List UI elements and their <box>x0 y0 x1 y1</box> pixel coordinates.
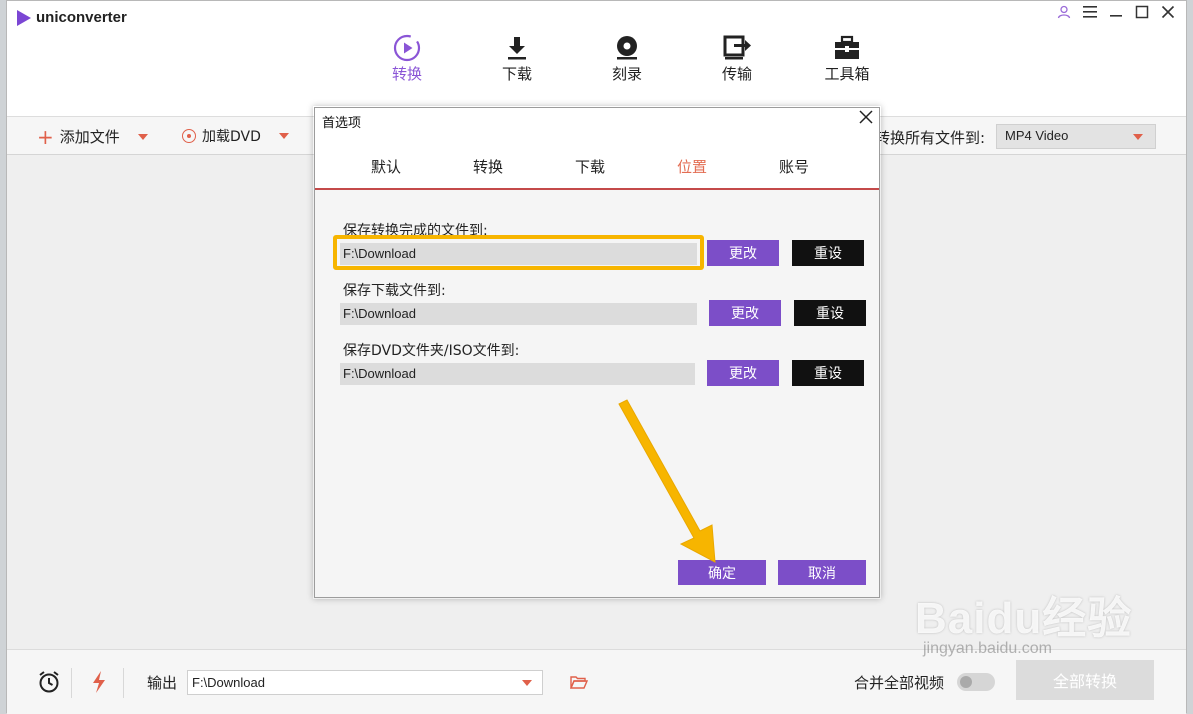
nav-toolbox[interactable]: 工具箱 <box>792 33 902 84</box>
load-dvd-button[interactable]: 加载DVD <box>182 126 289 146</box>
load-dvd-label: 加载DVD <box>202 129 261 145</box>
tab-account[interactable]: 账号 <box>743 148 845 188</box>
nav-transfer[interactable]: 传输 <box>682 33 792 84</box>
dvd-iso-label: 保存DVD文件夹/ISO文件到: <box>343 343 520 359</box>
add-files-button[interactable]: + 添加文件 <box>37 126 148 147</box>
user-icon[interactable] <box>1056 5 1072 21</box>
cancel-button[interactable]: 取消 <box>778 560 866 585</box>
app-name: uniconverter <box>36 9 127 26</box>
plus-icon: + <box>37 124 54 149</box>
dialog-title: 首选项 <box>322 116 362 131</box>
divider <box>123 668 124 698</box>
burn-icon <box>572 33 682 63</box>
gpu-acceleration-icon[interactable] <box>89 670 109 694</box>
highlight-box <box>333 235 704 270</box>
tab-location[interactable]: 位置 <box>641 148 743 188</box>
add-files-label: 添加文件 <box>59 128 120 146</box>
change-download-path-button[interactable]: 更改 <box>709 300 781 326</box>
disc-icon <box>182 129 196 143</box>
chevron-down-icon <box>522 680 532 686</box>
nav-convert-label: 转换 <box>391 65 422 83</box>
reset-converted-path-button[interactable]: 重设 <box>792 240 864 266</box>
toolbox-icon <box>792 33 902 63</box>
maximize-icon[interactable] <box>1134 5 1150 21</box>
change-dvd-path-button[interactable]: 更改 <box>707 360 779 386</box>
nav-convert[interactable]: 转换 <box>352 33 462 84</box>
title-bar: uniconverter 转换 下载 刻录 传输 工具箱 <box>7 1 1186 116</box>
tab-convert[interactable]: 转换 <box>437 148 539 188</box>
alarm-clock-icon[interactable] <box>37 670 61 694</box>
chevron-down-icon[interactable] <box>278 133 289 139</box>
chevron-down-icon[interactable] <box>137 133 148 140</box>
menu-icon[interactable] <box>1082 5 1098 21</box>
ok-button[interactable]: 确定 <box>678 560 766 585</box>
convert-icon <box>352 33 462 63</box>
nav-burn-label: 刻录 <box>611 65 642 83</box>
merge-toggle[interactable] <box>957 673 995 691</box>
window-controls <box>1056 5 1176 21</box>
preferences-dialog: 首选项 默认 转换 下载 位置 账号 保存转换完成的文件到: F:\Downlo… <box>314 107 880 598</box>
merge-all-videos-label: 合并全部视频 <box>854 674 945 692</box>
tab-download[interactable]: 下载 <box>539 148 641 188</box>
convert-all-to-label: 转换所有文件到: <box>875 129 986 147</box>
transfer-icon <box>682 33 792 63</box>
nav-transfer-label: 传输 <box>721 65 752 83</box>
dvd-iso-path[interactable]: F:\Download <box>340 363 695 385</box>
output-path-value: F:\Download <box>192 675 265 690</box>
dialog-tabs: 默认 转换 下载 位置 账号 <box>315 148 879 190</box>
nav-download[interactable]: 下载 <box>462 33 572 84</box>
reset-dvd-path-button[interactable]: 重设 <box>792 360 864 386</box>
app-logo: uniconverter <box>17 9 127 26</box>
convert-all-button[interactable]: 全部转换 <box>1016 660 1154 700</box>
downloaded-files-label: 保存下载文件到: <box>343 283 446 299</box>
nav-burn[interactable]: 刻录 <box>572 33 682 84</box>
chevron-down-icon <box>1133 134 1143 140</box>
reset-download-path-button[interactable]: 重设 <box>794 300 866 326</box>
minimize-icon[interactable] <box>1108 5 1124 21</box>
download-icon <box>462 33 572 63</box>
tab-default[interactable]: 默认 <box>335 148 437 188</box>
change-converted-path-button[interactable]: 更改 <box>707 240 779 266</box>
nav-download-label: 下载 <box>501 65 532 83</box>
main-nav: 转换 下载 刻录 传输 工具箱 <box>352 33 902 84</box>
bottom-bar: 输出 F:\Download 合并全部视频 全部转换 <box>7 649 1186 714</box>
downloaded-files-path[interactable]: F:\Download <box>340 303 697 325</box>
close-icon[interactable] <box>857 110 875 128</box>
nav-toolbox-label: 工具箱 <box>824 65 870 83</box>
output-format-value: MP4 Video <box>1005 128 1069 143</box>
output-format-select[interactable]: MP4 Video <box>996 124 1156 149</box>
play-logo-icon <box>17 9 31 26</box>
output-path-select[interactable]: F:\Download <box>187 670 543 695</box>
output-label: 输出 <box>147 674 178 692</box>
open-folder-icon[interactable] <box>569 674 589 689</box>
close-icon[interactable] <box>1160 5 1176 21</box>
divider <box>71 668 72 698</box>
